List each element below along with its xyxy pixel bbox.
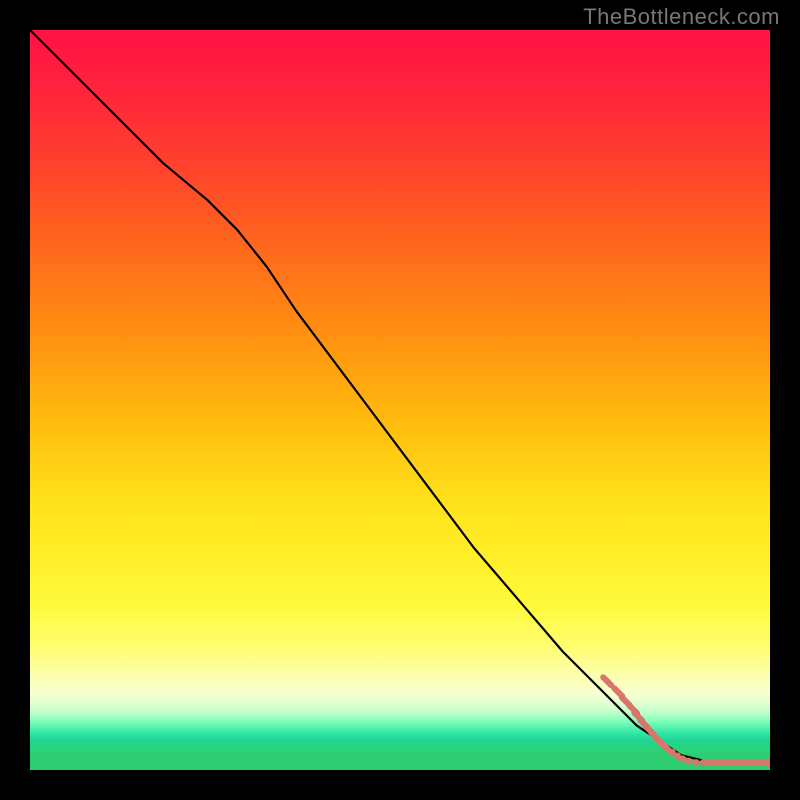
data-point-group [603,677,770,767]
chart-frame: TheBottleneck.com [0,0,800,800]
data-point [766,758,771,767]
bottleneck-curve [30,30,770,763]
plot-area [30,30,770,770]
data-point [685,758,692,765]
data-point [603,677,611,685]
watermark-text: TheBottleneck.com [583,4,780,30]
chart-overlay [30,30,770,770]
data-point [693,759,700,766]
